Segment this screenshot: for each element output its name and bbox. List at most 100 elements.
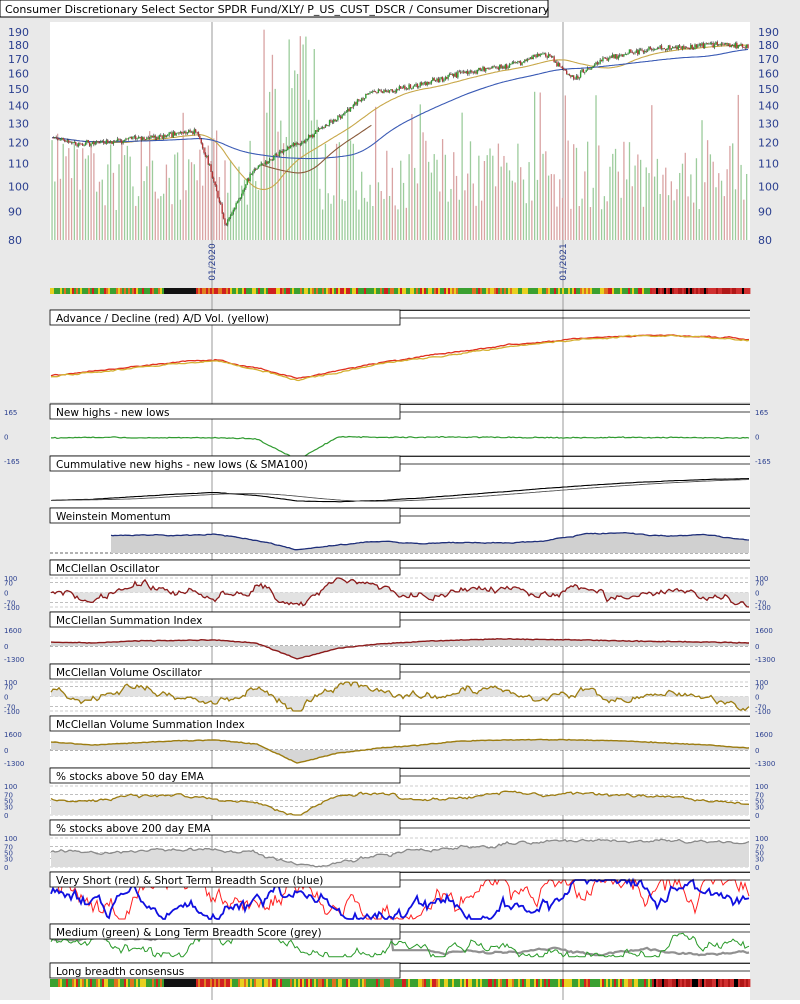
candle-body <box>437 78 440 83</box>
candle-body <box>367 93 370 95</box>
volume-bar <box>553 174 555 240</box>
volume-bar <box>285 136 288 240</box>
volume-bar <box>642 206 645 240</box>
volume-bar <box>478 155 480 240</box>
volume-bar <box>397 209 399 240</box>
panel-8-tick-left--100: -100 <box>4 708 20 716</box>
candle-body <box>314 130 317 134</box>
volume-bar <box>547 175 550 240</box>
candle-body <box>447 74 449 79</box>
candle-body <box>164 134 166 138</box>
volume-bar <box>575 147 578 240</box>
candle-body <box>413 85 416 87</box>
candle-body <box>123 140 126 142</box>
volume-bar <box>743 199 745 240</box>
panel-11-tick-left-100: 100 <box>4 835 17 843</box>
volume-bar <box>402 182 405 240</box>
candle-body <box>455 73 458 78</box>
candle-body <box>411 88 413 90</box>
candle-body <box>334 119 336 121</box>
volume-bar <box>118 164 120 240</box>
candle-body <box>395 89 398 93</box>
candle-body <box>429 83 431 85</box>
candle-body <box>556 61 558 67</box>
candle-body <box>588 67 590 69</box>
candle-body <box>415 83 417 86</box>
candle-body <box>635 50 638 53</box>
candle-body <box>489 67 491 69</box>
candle-body <box>508 64 511 68</box>
candle-body <box>298 143 300 145</box>
volume-bar <box>706 140 709 240</box>
candle-body <box>510 63 512 65</box>
panel-10-title: % stocks above 50 day EMA <box>56 771 205 783</box>
candle-body <box>206 156 208 157</box>
candle-body <box>282 150 285 153</box>
volume-bar <box>492 155 494 240</box>
candle-body <box>215 185 218 191</box>
volume-bar <box>101 179 103 240</box>
panel-11-tick-right-0: 0 <box>755 864 759 872</box>
candle-body <box>730 45 732 47</box>
candle-body <box>293 143 296 146</box>
candle-body <box>528 58 530 60</box>
volume-bar <box>422 132 424 240</box>
candle-body <box>66 140 69 142</box>
candle-body <box>545 53 547 57</box>
volume-bar <box>586 141 589 240</box>
candle-body <box>526 58 529 61</box>
candle-body <box>370 92 373 93</box>
candle-body <box>185 131 187 134</box>
candle-body <box>673 47 675 48</box>
panel-8-tick-right-0: 0 <box>755 694 759 702</box>
candle-body <box>252 171 254 174</box>
candle-body <box>440 77 442 79</box>
candle-body <box>187 130 190 133</box>
panel-10-tick-left-30: 30 <box>4 803 13 811</box>
volume-bar <box>626 179 628 240</box>
candle-body <box>125 138 127 141</box>
volume-bar <box>171 204 173 240</box>
volume-bar <box>176 152 179 240</box>
volume-bar <box>653 176 656 240</box>
y-tick-left-140: 140 <box>8 100 29 113</box>
y-tick-right-160: 160 <box>758 68 779 81</box>
candle-body <box>712 43 714 48</box>
candle-body <box>376 92 378 94</box>
candle-body <box>148 137 151 139</box>
candle-body <box>515 62 518 64</box>
candle-body <box>189 130 191 133</box>
candle-body <box>637 50 639 55</box>
volume-bar <box>450 188 452 240</box>
candle-body <box>632 52 635 54</box>
candle-body <box>63 139 66 142</box>
candle-body <box>59 139 62 141</box>
candle-body <box>108 142 110 144</box>
candle-body <box>574 78 576 80</box>
volume-bar <box>681 163 684 240</box>
candle-body <box>554 61 557 63</box>
candle-body <box>613 54 615 59</box>
candle-body <box>306 138 308 140</box>
candle-body <box>623 54 625 57</box>
candle-body <box>427 81 430 84</box>
candle-body <box>324 125 327 128</box>
candle-body <box>295 142 297 146</box>
candle-body <box>514 62 516 63</box>
volume-bar <box>581 198 583 240</box>
volume-bar <box>51 140 53 240</box>
panel-5-title: Weinstein Momentum <box>56 511 171 523</box>
candle-body <box>492 66 494 69</box>
volume-bar <box>65 156 67 240</box>
candle-body <box>660 45 663 49</box>
candle-body <box>677 45 679 49</box>
panel-7-tick-right-1600: 1600 <box>755 627 773 635</box>
candle-body <box>176 132 179 134</box>
candle-body <box>402 85 405 89</box>
volume-bar <box>656 158 659 240</box>
volume-bar <box>224 160 226 240</box>
candle-body <box>747 44 749 49</box>
candle-body <box>458 71 460 73</box>
candle-body <box>313 133 315 138</box>
candle-body <box>436 78 438 81</box>
